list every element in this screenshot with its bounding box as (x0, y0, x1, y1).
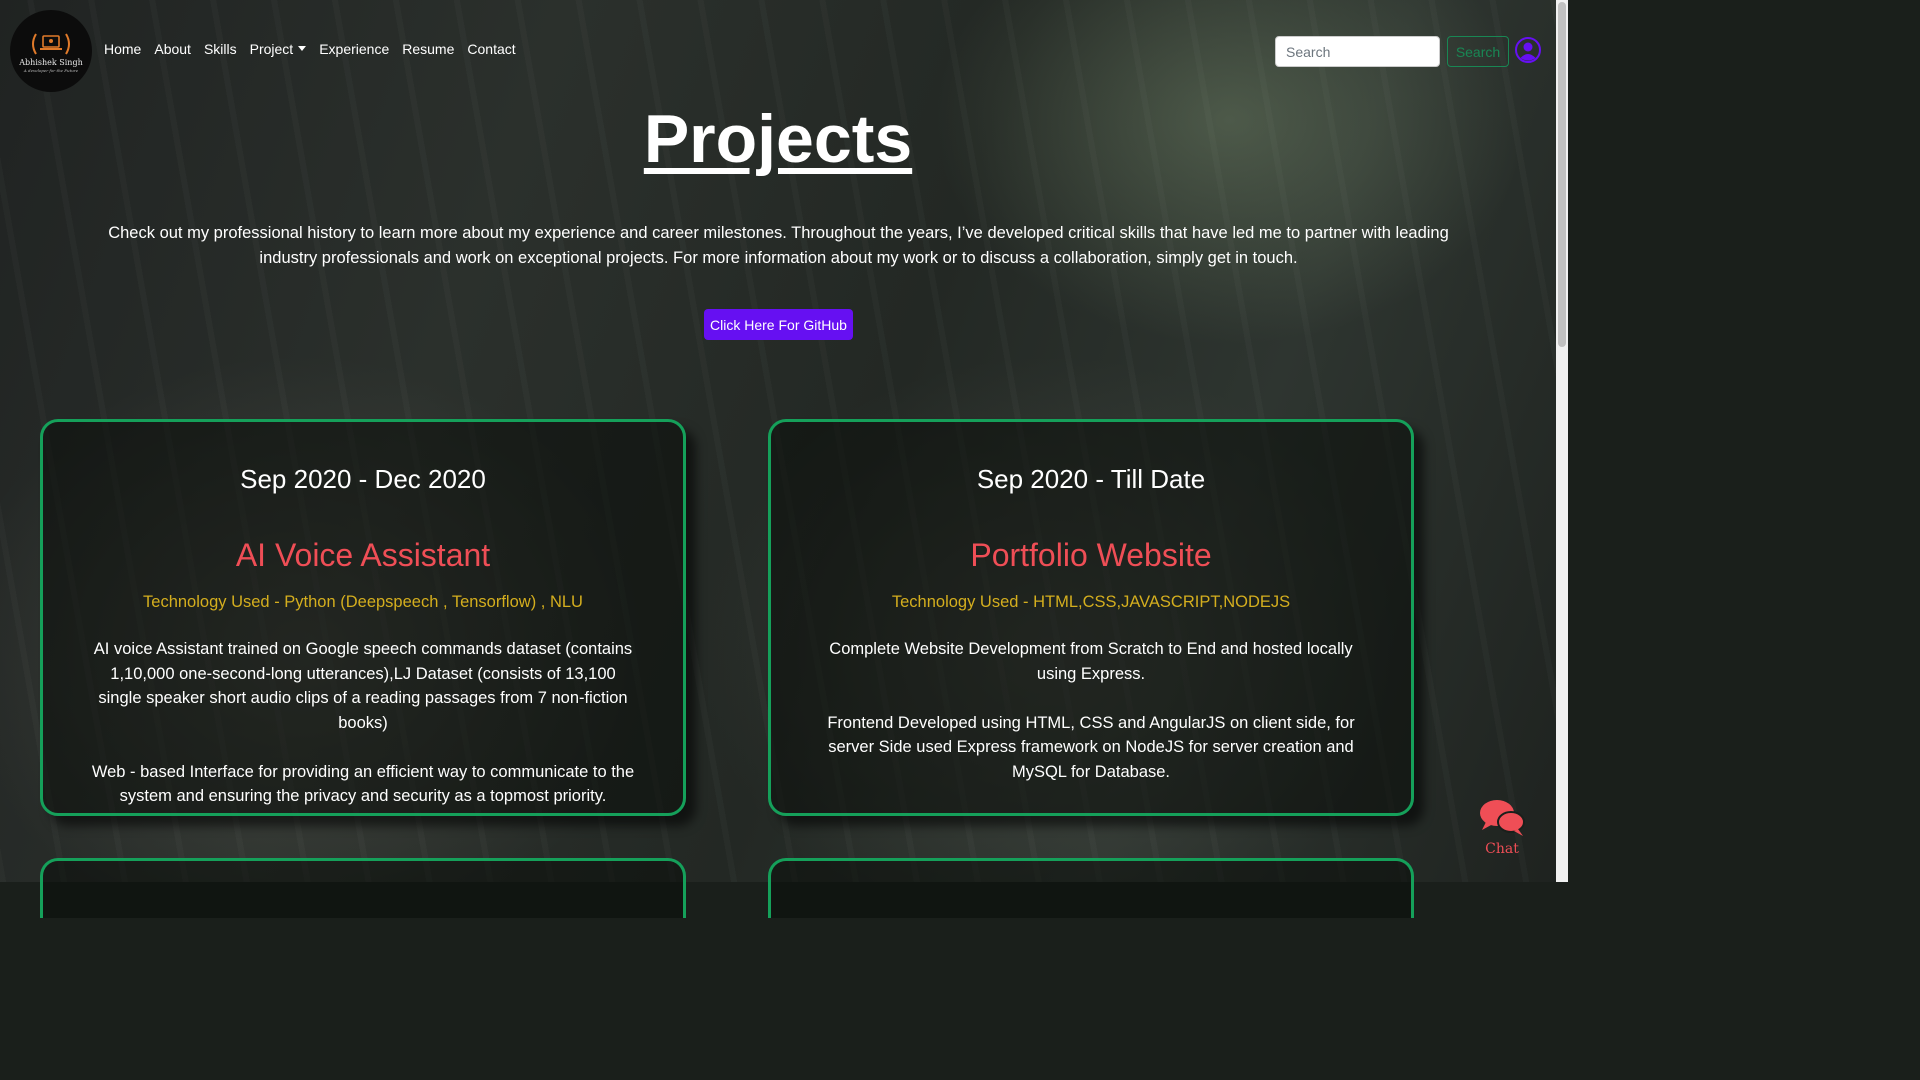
project-tech: Technology Used - Python (Deepspeech , T… (143, 593, 583, 611)
chat-label: Chat (1485, 841, 1519, 857)
project-card-partial (768, 858, 1414, 918)
project-date: Sep 2020 - Dec 2020 (240, 464, 486, 494)
scrollbar-thumb[interactable] (1558, 2, 1566, 347)
brand-name: Abhishek Singh (19, 57, 83, 67)
nav-menu: Home About Skills Project Experience Res… (104, 41, 516, 57)
brand-tagline: A developer for the Future (23, 67, 79, 73)
page-title: Projects (643, 101, 913, 177)
search-input[interactable] (1275, 36, 1440, 67)
project-desc-paragraph: Complete Website Development from Scratc… (829, 640, 1353, 683)
nav-project-label: Project (249, 41, 294, 57)
project-description: AI voice Assistant trained on Google spe… (88, 637, 638, 833)
chat-bubbles-icon (1480, 800, 1525, 836)
navbar: Abhishek Singh A developer for the Futur… (0, 0, 1556, 100)
nav-home[interactable]: Home (104, 41, 141, 57)
project-card: Sep 2020 - Dec 2020 AI Voice Assistant T… (40, 419, 686, 816)
page-scrollbar[interactable] (1556, 0, 1568, 882)
user-account-icon[interactable] (1515, 37, 1541, 63)
project-desc-paragraph: Web - based Interface for providing an e… (91, 762, 635, 806)
project-title: Portfolio Website (970, 537, 1212, 573)
project-card-partial (40, 858, 686, 918)
nav-about[interactable]: About (154, 41, 191, 57)
nav-contact[interactable]: Contact (467, 41, 515, 57)
intro-text: Check out my professional history to lea… (108, 224, 1449, 267)
project-title: AI Voice Assistant (235, 537, 491, 573)
project-card: Sep 2020 - Till Date Portfolio Website T… (768, 419, 1414, 816)
project-tech: Technology Used - HTML,CSS,JAVASCRIPT,NO… (891, 593, 1291, 611)
caret-down-icon (298, 46, 307, 51)
laurel-crest-icon (32, 32, 70, 55)
project-desc-paragraph: AI voice Assistant trained on Google spe… (93, 640, 633, 732)
github-button[interactable]: Click Here For GitHub (704, 309, 853, 340)
search-button[interactable]: Search (1447, 36, 1509, 67)
project-date: Sep 2020 - Till Date (976, 464, 1206, 494)
project-desc-paragraph: Frontend Developed using HTML, CSS and A… (827, 713, 1355, 781)
brand-logo[interactable]: Abhishek Singh A developer for the Futur… (10, 10, 92, 92)
nav-project-dropdown[interactable]: Project (250, 41, 307, 57)
chat-widget[interactable]: Chat (1477, 798, 1527, 857)
nav-skills[interactable]: Skills (204, 41, 237, 57)
nav-resume[interactable]: Resume (402, 41, 454, 57)
nav-experience[interactable]: Experience (319, 41, 389, 57)
project-description: Complete Website Development from Scratc… (816, 637, 1366, 809)
